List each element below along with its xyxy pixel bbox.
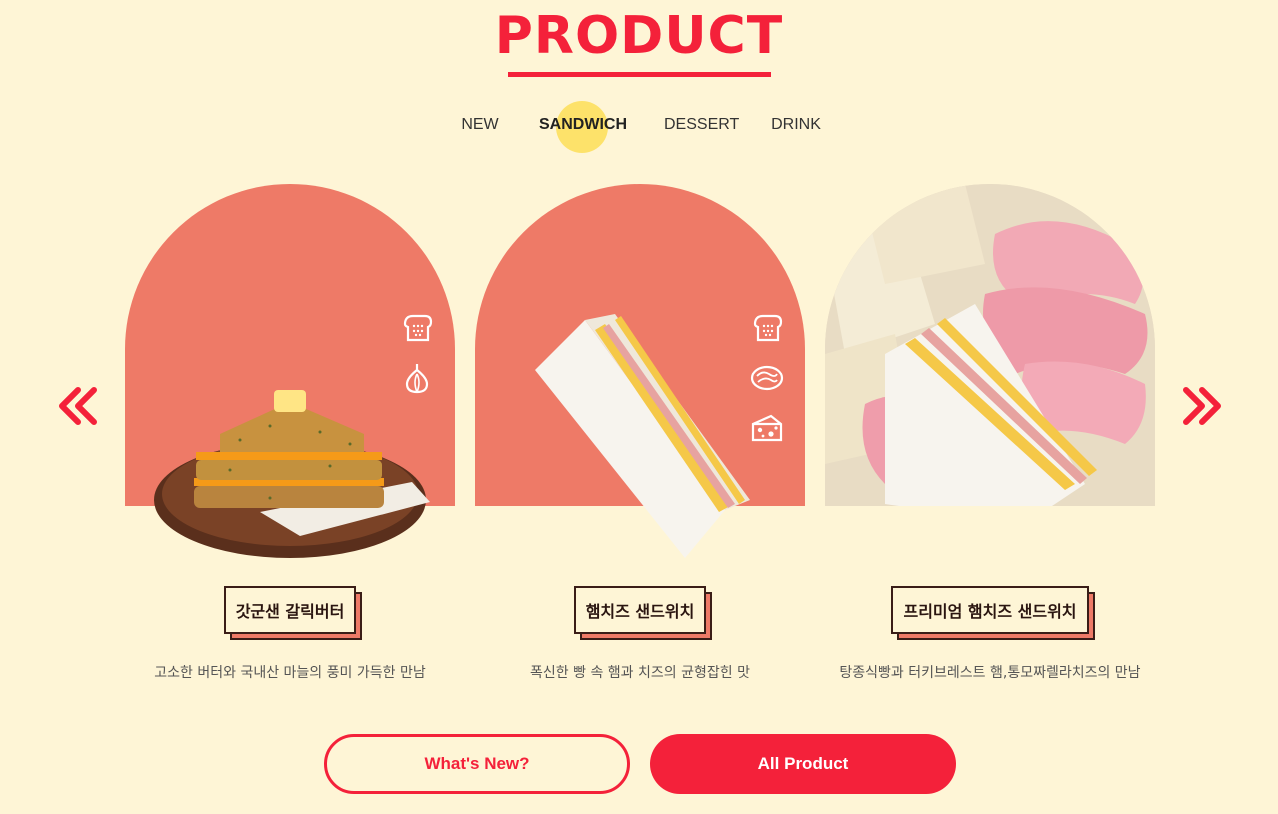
product-name-wrap: 햄치즈 샌드위치 — [475, 586, 805, 640]
product-image — [825, 184, 1155, 506]
product-name: 햄치즈 샌드위치 — [573, 586, 707, 634]
product-name-wrap: 프리미엄 햄치즈 샌드위치 — [825, 586, 1155, 640]
prev-arrow-icon[interactable] — [56, 384, 100, 428]
product-card[interactable]: 햄치즈 샌드위치 폭신한 빵 속 햄과 치즈의 균형잡힌 맛 — [475, 184, 805, 681]
product-name-box: 프리미엄 햄치즈 샌드위치 — [891, 586, 1095, 640]
product-name: 갓군샌 갈릭버터 — [223, 586, 357, 634]
tab-drink[interactable]: DRINK — [770, 116, 822, 134]
product-image — [535, 314, 750, 558]
tab-new[interactable]: NEW — [460, 116, 500, 134]
product-name-box: 햄치즈 샌드위치 — [573, 586, 713, 640]
bread-icon — [403, 314, 433, 342]
product-description: 탕종식빵과 터키브레스트 햄,통모짜렐라치즈의 만남 — [839, 665, 1141, 681]
product-name-box: 갓군샌 갈릭버터 — [223, 586, 363, 640]
title-underline — [508, 72, 771, 77]
tab-dessert[interactable]: DESSERT — [664, 116, 739, 134]
category-tabs: NEW SANDWICH DESSERT DRINK — [0, 116, 1278, 140]
product-description: 폭신한 빵 속 햄과 치즈의 균형잡힌 맛 — [530, 665, 750, 681]
product-card[interactable]: 갓군샌 갈릭버터 고소한 버터와 국내산 마늘의 풍미 가득한 만남 — [125, 184, 455, 681]
product-card[interactable]: 프리미엄 햄치즈 샌드위치 탕종식빵과 터키브레스트 햄,통모짜렐라치즈의 만남 — [825, 184, 1155, 681]
product-image-arch — [825, 184, 1155, 506]
section-title: PRODUCT — [494, 6, 784, 66]
all-product-button[interactable]: All Product — [650, 734, 956, 794]
tab-sandwich[interactable]: SANDWICH — [536, 116, 630, 134]
next-arrow-icon[interactable] — [1180, 384, 1224, 428]
whats-new-button[interactable]: What's New? — [324, 734, 630, 794]
product-description: 고소한 버터와 국내산 마늘의 풍미 가득한 만남 — [154, 665, 426, 681]
product-name: 프리미엄 햄치즈 샌드위치 — [891, 586, 1089, 634]
product-name-wrap: 갓군샌 갈릭버터 — [125, 586, 455, 640]
product-image — [154, 390, 430, 558]
